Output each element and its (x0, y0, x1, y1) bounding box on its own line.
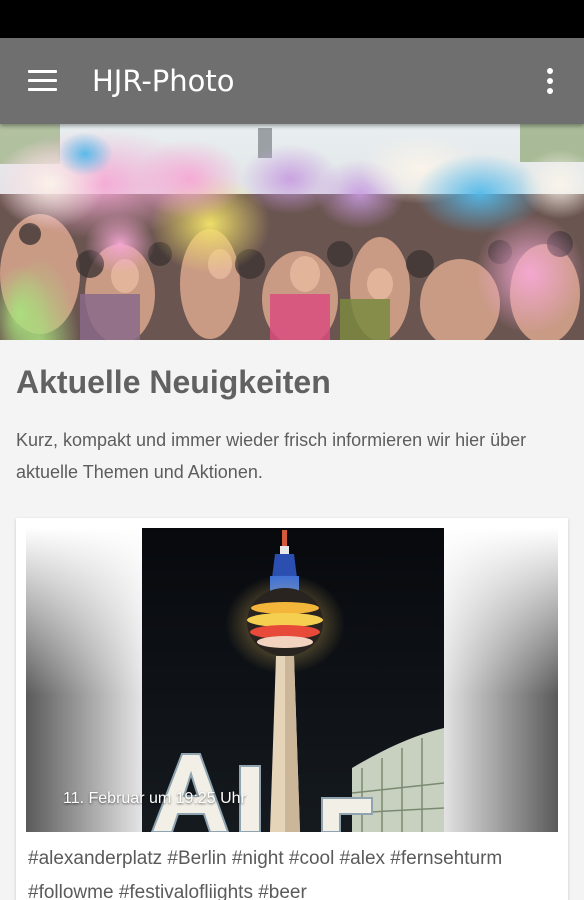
section-description: Kurz, kompakt und immer wieder frisch in… (16, 430, 527, 482)
news-post-card[interactable]: 11. Februar um 19:25 Uhr #alexanderplatz… (16, 518, 568, 900)
post-image[interactable]: 11. Februar um 19:25 Uhr (26, 528, 558, 832)
app-bar: HJR-Photo (0, 38, 584, 124)
section-heading: Aktuelle Neuigkeiten (16, 364, 331, 400)
post-date: 11. Februar um 19:25 Uhr (63, 790, 246, 807)
tv-tower-photo (142, 528, 444, 832)
hamburger-menu-icon[interactable] (18, 60, 66, 102)
app-title: HJR-Photo (92, 64, 235, 98)
more-vert-icon[interactable] (534, 64, 566, 100)
hero-image (0, 124, 584, 340)
post-hashtags: #alexanderplatz #Berlin #night #cool #al… (28, 848, 503, 900)
status-bar (0, 0, 584, 38)
